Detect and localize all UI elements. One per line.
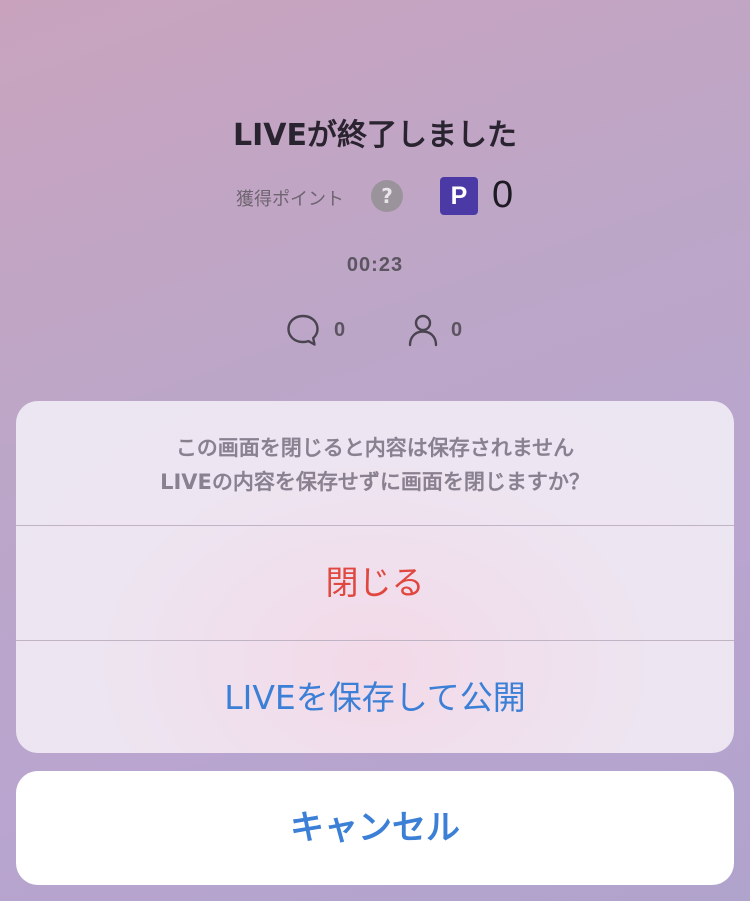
comments-count: 0	[334, 319, 346, 341]
points-badge-icon: P	[440, 177, 478, 215]
save-and-publish-button[interactable]: LIVEを保存して公開	[16, 641, 734, 753]
live-summary: LIVEが終了しました 獲得ポイント ? P 0 00:23 0 0	[0, 0, 750, 400]
live-duration: 00:23	[346, 254, 404, 276]
cancel-button[interactable]: キャンセル	[16, 771, 734, 885]
person-icon	[405, 312, 441, 348]
sheet-message-line-1: この画面を閉じると内容は保存されません	[175, 436, 575, 460]
sheet-message-line-2: LIVEの内容を保存せずに画面を閉じますか？	[160, 470, 590, 494]
speech-bubble-icon	[285, 312, 321, 348]
page-title: LIVEが終了しました	[233, 118, 517, 153]
points-label: 獲得ポイント	[236, 189, 344, 210]
sheet-message: この画面を閉じると内容は保存されません LIVEの内容を保存せずに画面を閉じます…	[16, 401, 734, 525]
points-value: 0	[492, 174, 514, 216]
close-button[interactable]: 閉じる	[16, 526, 734, 639]
action-sheet: この画面を閉じると内容は保存されません LIVEの内容を保存せずに画面を閉じます…	[16, 401, 734, 753]
viewers-count: 0	[451, 319, 463, 341]
question-circle-icon[interactable]: ?	[371, 180, 403, 212]
